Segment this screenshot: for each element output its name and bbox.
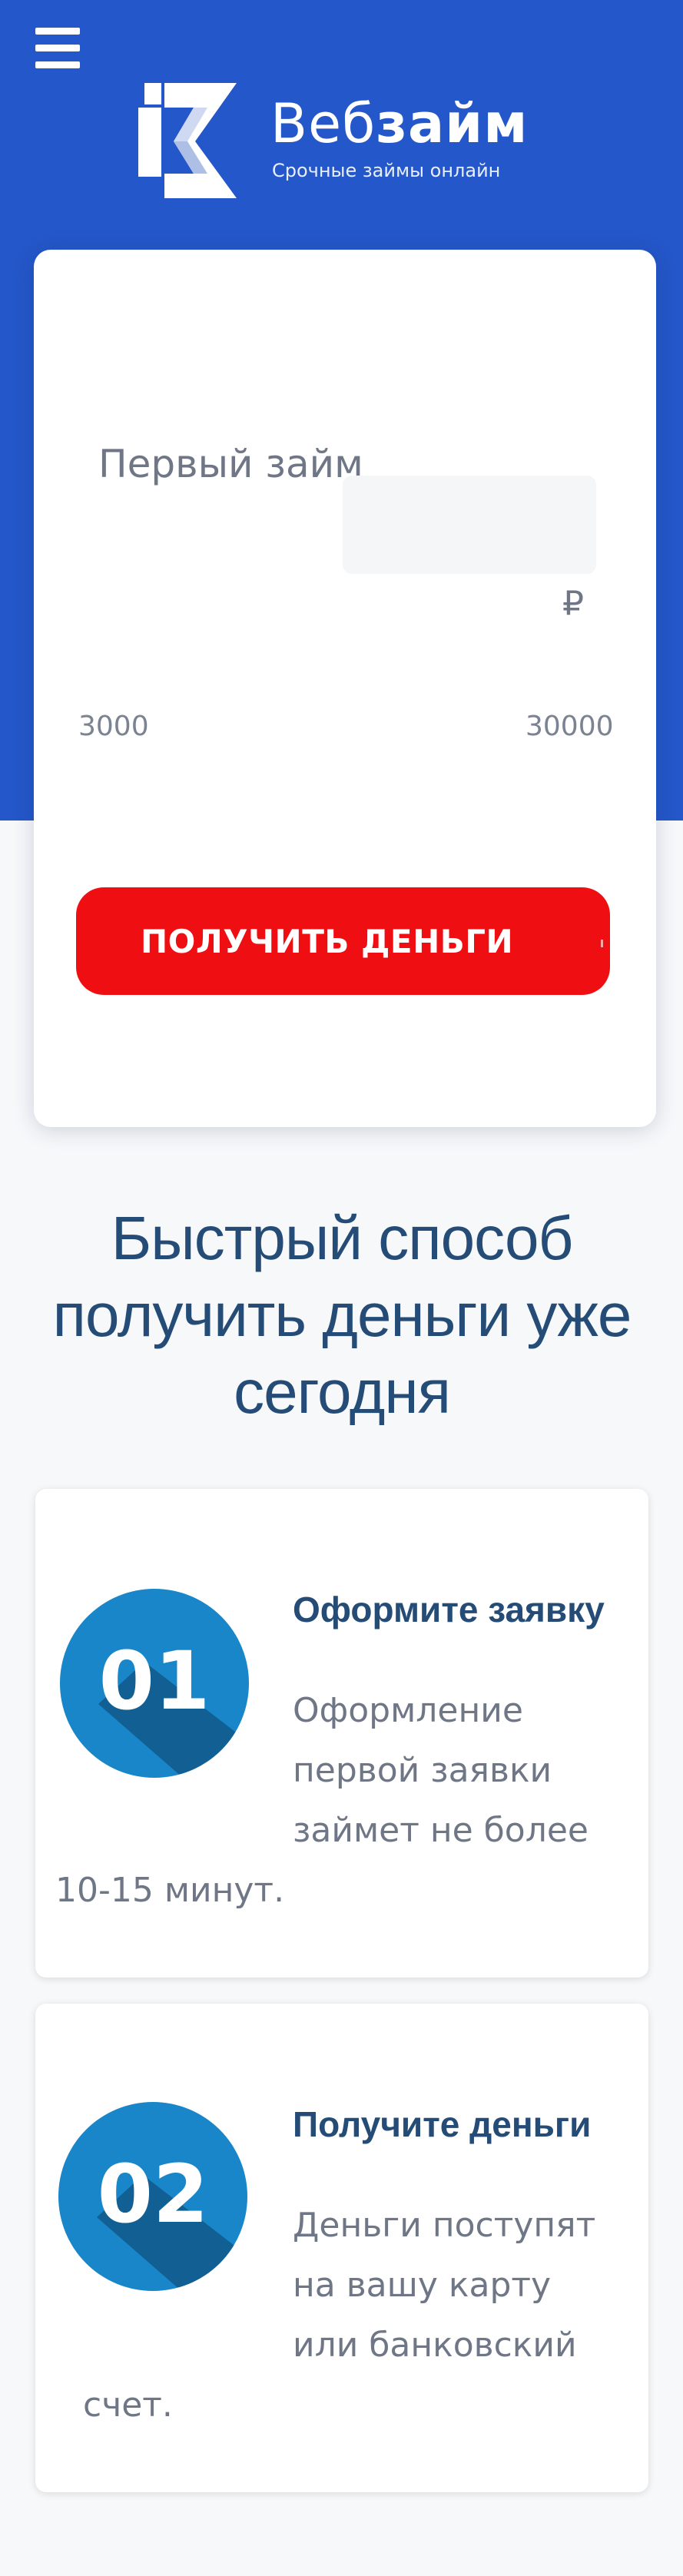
heading-line: сегодня <box>234 1358 451 1426</box>
step-text-line: займет не более <box>293 1811 589 1850</box>
step-text-line: Оформление <box>293 1691 523 1730</box>
hamburger-menu-icon[interactable] <box>35 28 83 68</box>
step-title: Получите деньги <box>293 2104 592 2144</box>
step-number-badge: 01 <box>60 1589 249 1778</box>
amount-input[interactable] <box>343 476 596 574</box>
currency-symbol: ₽ <box>562 584 584 623</box>
heading-line: Быстрый способ <box>111 1204 574 1272</box>
button-edge-mark <box>601 940 603 947</box>
step-card-2: 02 Получите деньги Деньги поступят на ва… <box>35 2004 648 2492</box>
step-card-1: 01 Оформите заявку Оформление первой зая… <box>35 1489 648 1978</box>
step-number-badge: 02 <box>58 2102 247 2291</box>
step-text-line: или банковский <box>293 2326 577 2365</box>
loan-label: Первый займ <box>98 442 363 486</box>
get-money-button[interactable]: ПОЛУЧИТЬ ДЕНЬГИ <box>76 887 610 995</box>
loan-calculator-card: Первый займ ₽ 3000 30000 ПОЛУЧИТЬ ДЕНЬГИ <box>34 250 656 1127</box>
range-max-label: 30000 <box>526 711 614 742</box>
section-heading: Быстрый способ получить деньги уже сегод… <box>31 1200 653 1431</box>
step-number: 02 <box>98 2147 209 2241</box>
heading-line: получить деньги уже <box>52 1281 632 1349</box>
brand-logo[interactable]: Вебзайм Срочные займы онлайн <box>138 83 527 206</box>
step-text-line: счет. <box>83 2385 173 2425</box>
range-min-label: 3000 <box>78 711 149 742</box>
step-title: Оформите заявку <box>293 1590 605 1629</box>
step-text-line: первой заявки <box>293 1751 552 1790</box>
brand-name: Вебзайм <box>270 92 529 155</box>
step-text-line: 10-15 минут. <box>55 1871 285 1910</box>
logo-mark-icon <box>138 83 237 198</box>
brand-tagline: Срочные займы онлайн <box>272 160 501 181</box>
step-text-line: на вашу карту <box>293 2266 552 2305</box>
step-number: 01 <box>99 1634 211 1728</box>
step-text-line: Деньги поступят <box>293 2206 596 2245</box>
